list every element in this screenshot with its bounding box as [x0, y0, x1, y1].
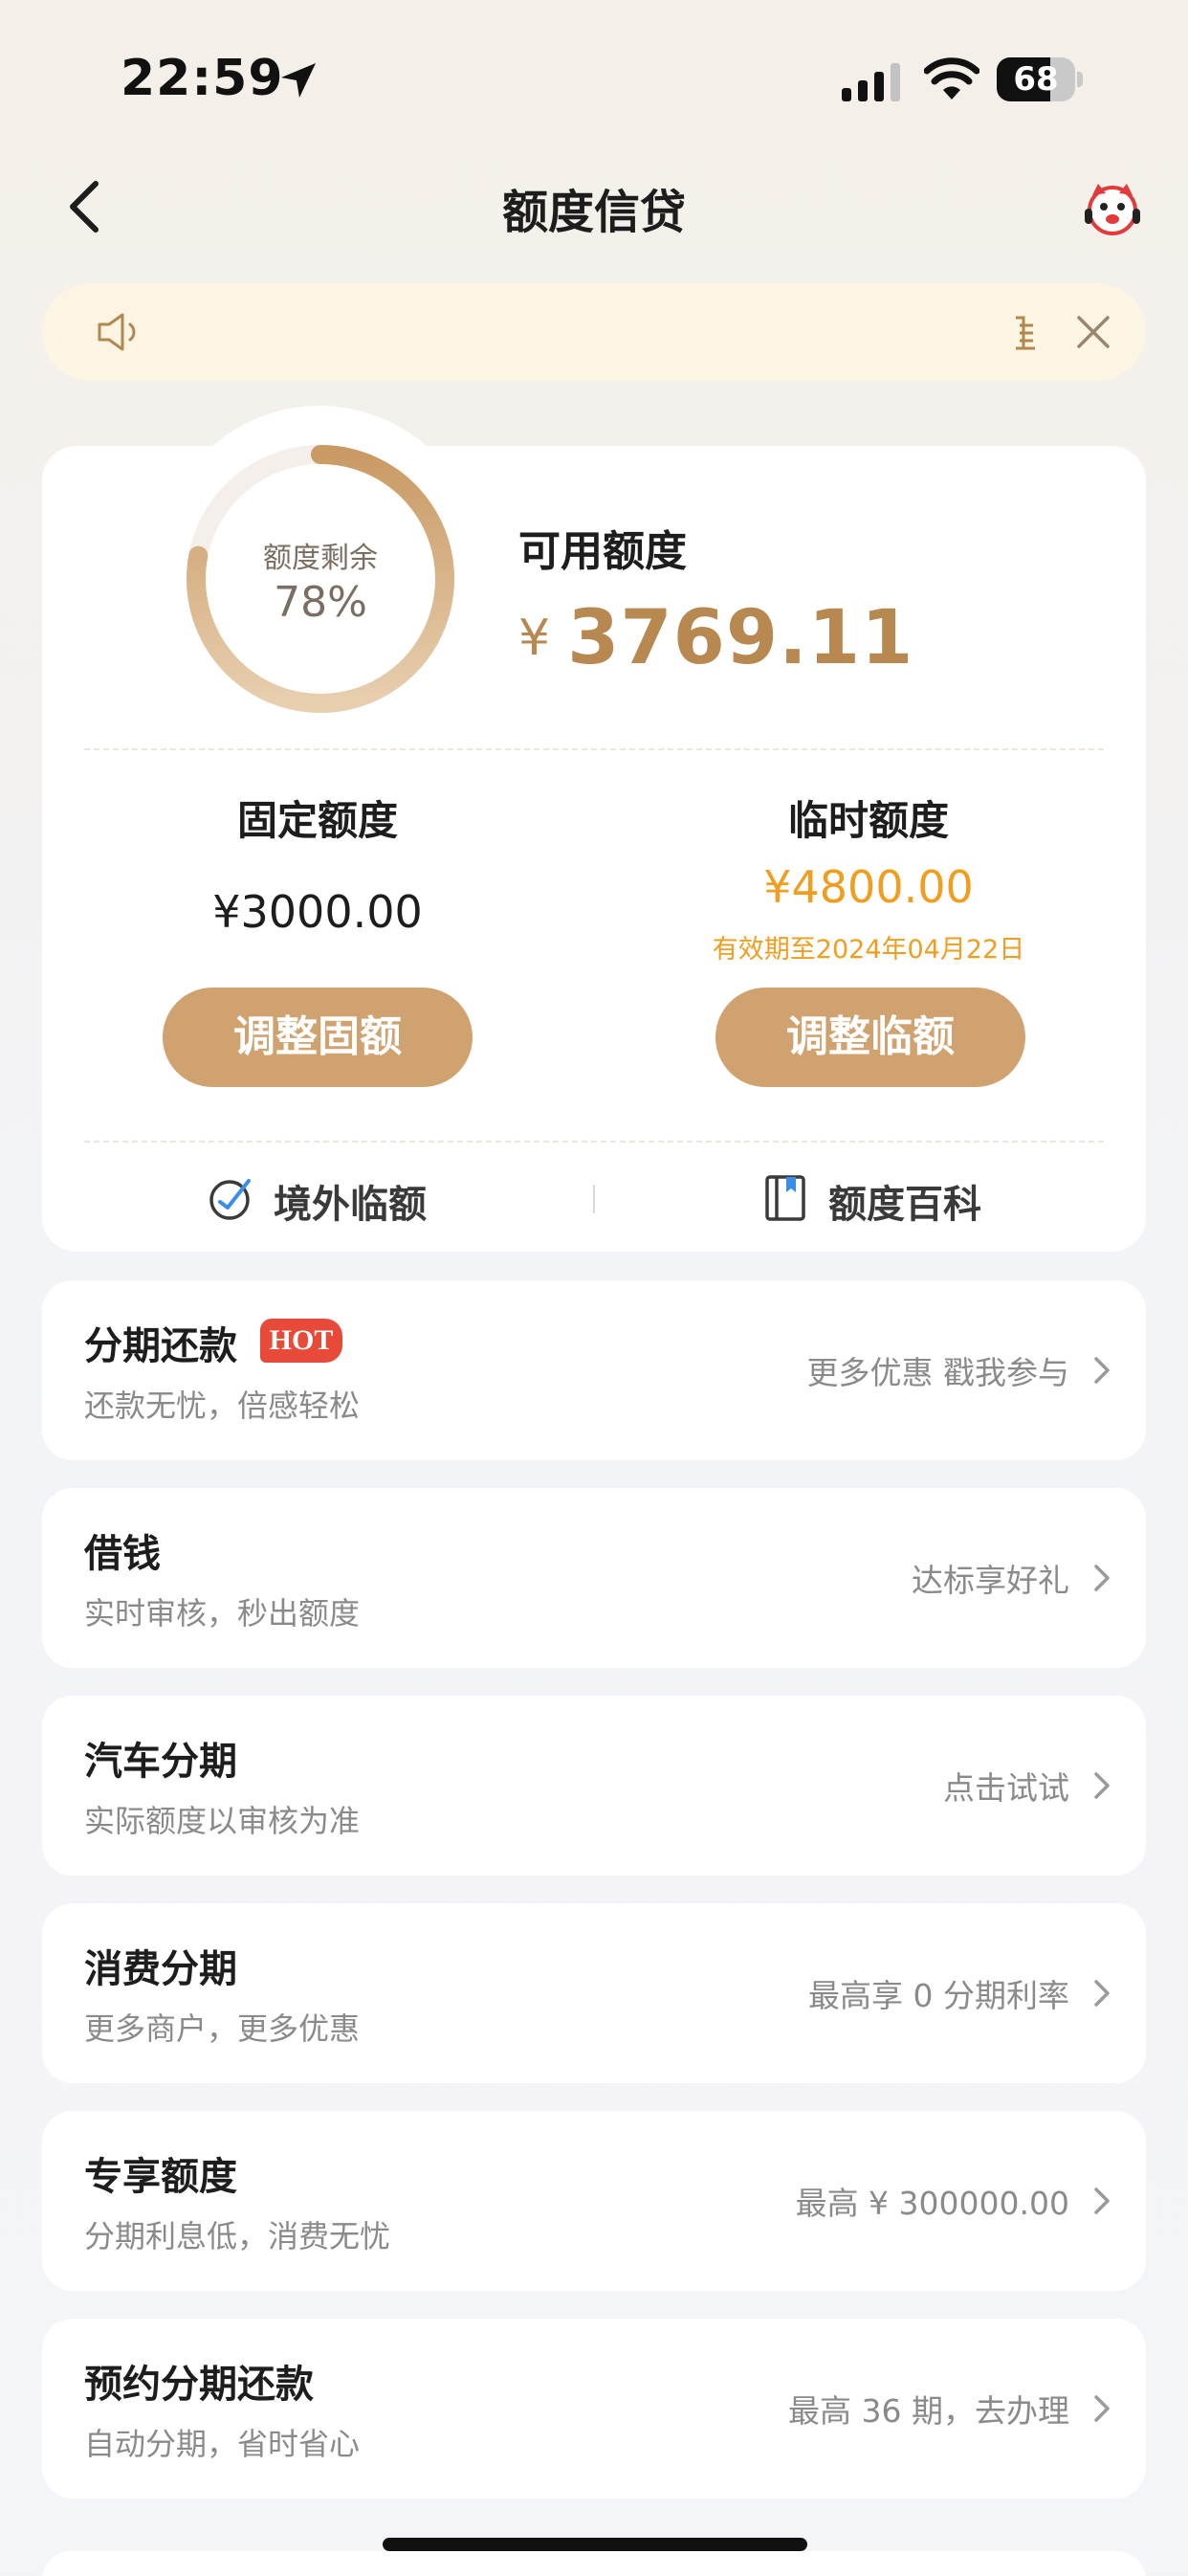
chevron-right-icon [1094, 2187, 1110, 2214]
divider [84, 748, 1104, 750]
list-item-borrow[interactable]: 借钱 实时审核，秒出额度 达标享好礼 [42, 1488, 1146, 1668]
battery-indicator: 68 [997, 57, 1083, 101]
overseas-temp-quota-label: 境外临额 [274, 1183, 427, 1227]
overseas-temp-quota-link[interactable]: 境外临额 [207, 1164, 494, 1231]
location-arrow-icon [281, 63, 316, 98]
list-item-subtitle: 还款无忧，倍感轻松 [84, 1388, 361, 1424]
link-divider [593, 1185, 595, 1213]
list-item-subtitle: 自动分期，省时省心 [84, 2426, 361, 2462]
cellular-signal-icon [842, 63, 900, 101]
temp-quota: 临时额度 [639, 788, 1098, 847]
currency-symbol: ¥ [518, 610, 551, 667]
temp-quota-expiry: 有效期至2024年04月22日 [712, 935, 1025, 965]
wifi-icon [924, 57, 979, 100]
list-item-scheduled-installment[interactable]: 预约分期还款 自动分期，省时省心 最高 36 期，去办理 [42, 2319, 1146, 2498]
list-item-promo: 最高 ¥ 300000.00 [795, 2185, 1069, 2222]
list-item-title: 借钱 [84, 1532, 161, 1576]
fixed-quota-title: 固定额度 [236, 797, 398, 844]
notice-list-icon[interactable] [1010, 312, 1039, 354]
list-item-installment-repay[interactable]: 分期还款 HOT 还款无忧，倍感轻松 更多优惠 戳我参与 [42, 1280, 1146, 1460]
list-item-title: 消费分期 [84, 1947, 237, 1991]
list-item-peek[interactable] [42, 2551, 1146, 2576]
list-item-car-installment[interactable]: 汽车分期 实际额度以审核为准 点击试试 [42, 1696, 1146, 1876]
list-item-promo: 最高 36 期，去办理 [788, 2392, 1069, 2430]
adjust-temp-quota-button[interactable]: 调整临额 [715, 988, 1025, 1087]
ring-percent: 78% [274, 578, 367, 627]
close-icon[interactable] [1073, 312, 1113, 352]
list-item-promo: 更多优惠 戳我参与 [806, 1354, 1070, 1391]
home-indicator [383, 2538, 807, 2551]
list-item-title: 预约分期还款 [84, 2363, 314, 2407]
fixed-quota-amount: ¥3000.00 [212, 886, 423, 938]
available-credit-label: 可用额度 [518, 527, 687, 576]
ring-label: 额度剩余 [263, 542, 378, 575]
list-item-promo: 达标享好礼 [912, 1562, 1069, 1599]
chevron-right-icon [1094, 2395, 1110, 2422]
speaker-icon [98, 313, 136, 351]
list-item-promo: 点击试试 [943, 1769, 1069, 1807]
status-bar: 22:59 68 [0, 0, 1188, 144]
list-item-subtitle: 实际额度以审核为准 [84, 1803, 361, 1839]
status-time: 22:59 [121, 50, 284, 107]
temp-quota-title: 临时额度 [787, 797, 949, 844]
credit-wiki-label: 额度百科 [828, 1183, 981, 1227]
list-item-subtitle: 实时审核，秒出额度 [84, 1595, 361, 1632]
fixed-quota: 固定额度 [88, 788, 547, 847]
list-item-title: 专享额度 [84, 2155, 237, 2199]
list-item-subtitle: 分期利息低，消费无忧 [84, 2218, 391, 2254]
chevron-right-icon [1094, 1980, 1110, 2007]
notice-text [166, 312, 979, 354]
chevron-right-icon [1094, 1772, 1110, 1799]
list-item-promo: 最高享 0 分期利率 [808, 1977, 1069, 2014]
temp-quota-amount: ¥4800.00 [763, 861, 974, 913]
available-amount-value: 3769.11 [567, 595, 914, 681]
mascot-service-icon[interactable] [1081, 180, 1144, 237]
list-item-exclusive-quota[interactable]: 专享额度 分期利息低，消费无忧 最高 ¥ 300000.00 [42, 2111, 1146, 2291]
list-item-subtitle: 更多商户，更多优惠 [84, 2010, 361, 2047]
adjust-fixed-quota-button[interactable]: 调整固额 [163, 988, 473, 1087]
hot-badge: HOT [260, 1319, 342, 1363]
list-item-consumer-installment[interactable]: 消费分期 更多商户，更多优惠 最高享 0 分期利率 [42, 1903, 1146, 2083]
chevron-right-icon [1094, 1565, 1110, 1591]
book-icon [765, 1175, 805, 1221]
notice-bar[interactable] [42, 283, 1146, 381]
page-title: 额度信贷 [501, 186, 686, 239]
credit-wiki-link[interactable]: 额度百科 [761, 1164, 1048, 1231]
available-credit-amount: ¥3769.11 [518, 595, 913, 681]
list-item-title: 汽车分期 [84, 1740, 237, 1784]
chevron-right-icon [1094, 1357, 1110, 1384]
overseas-plane-icon [209, 1179, 251, 1220]
nav-bar: 额度信贷 [0, 153, 1188, 258]
battery-level: 68 [1013, 60, 1059, 99]
divider [84, 1141, 1104, 1143]
list-item-title: 分期还款 [84, 1324, 237, 1368]
